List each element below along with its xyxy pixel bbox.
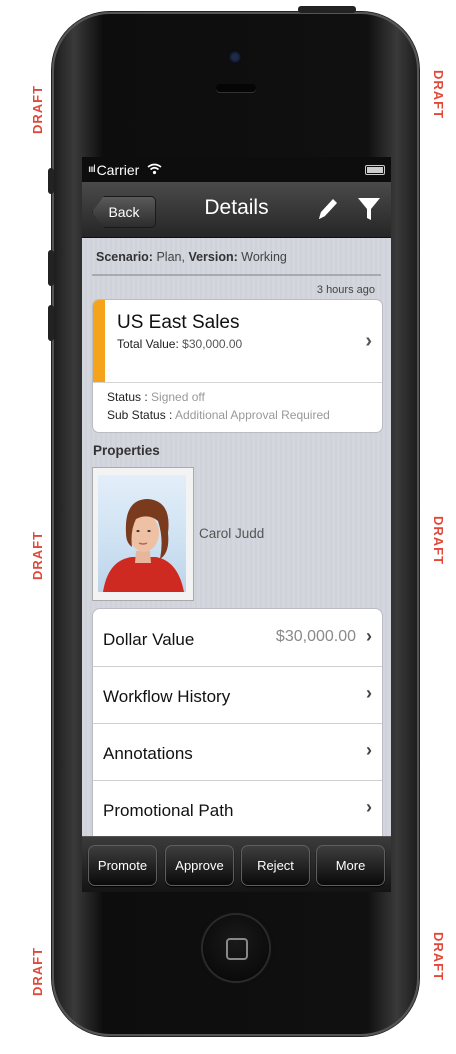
- speaker-grille: [216, 84, 256, 92]
- filter-icon[interactable]: [357, 196, 381, 227]
- approve-button[interactable]: Approve: [165, 845, 234, 886]
- list-item-label: Annotations: [103, 744, 193, 763]
- draft-watermark: DRAFT: [30, 530, 45, 580]
- total-value-amount: $30,000.00: [182, 337, 243, 351]
- battery-icon: [365, 164, 385, 175]
- avatar[interactable]: [92, 467, 194, 601]
- app-screen: ıııl Carrier Back Details Scenario: Plan…: [82, 157, 391, 892]
- page-title: Details: [204, 196, 269, 219]
- summary-card[interactable]: US East Sales Total Value: $30,000.00 › …: [92, 299, 383, 433]
- power-button: [298, 6, 356, 13]
- signal-icon: ıııl: [88, 164, 96, 175]
- list-item-promotional-path[interactable]: Promotional Path ›: [93, 780, 382, 838]
- list-item-label: Promotional Path: [103, 801, 234, 820]
- chevron-right-icon[interactable]: ›: [365, 330, 372, 353]
- volume-down-button: [48, 305, 54, 341]
- draft-watermark: DRAFT: [30, 84, 45, 134]
- draft-watermark: DRAFT: [431, 70, 446, 120]
- carrier-label: Carrier: [96, 161, 140, 178]
- reject-button[interactable]: Reject: [241, 845, 310, 886]
- total-value: Total Value: $30,000.00: [117, 337, 242, 351]
- total-value-label: Total Value:: [117, 337, 179, 351]
- list-item-workflow-history[interactable]: Workflow History ›: [93, 666, 382, 724]
- camera-icon: [228, 50, 242, 64]
- card-title: US East Sales: [117, 312, 240, 333]
- chevron-right-icon: ›: [366, 797, 372, 817]
- action-toolbar: Promote Approve Reject More: [82, 836, 391, 892]
- sub-status-label: Sub Status :: [107, 408, 173, 422]
- mute-switch: [48, 168, 54, 194]
- draft-watermark: DRAFT: [30, 946, 45, 996]
- draft-watermark: DRAFT: [431, 516, 446, 566]
- sub-status-line: Sub Status : Additional Approval Require…: [107, 408, 330, 422]
- more-button[interactable]: More: [316, 845, 385, 886]
- status-value: Signed off: [151, 390, 205, 404]
- chevron-right-icon: ›: [366, 740, 372, 760]
- home-button-icon[interactable]: [203, 915, 269, 981]
- wifi-icon: [147, 162, 162, 178]
- draft-watermark: DRAFT: [431, 932, 446, 982]
- scenario-value: Plan,: [156, 250, 185, 264]
- timestamp: 3 hours ago: [316, 284, 375, 296]
- person-photo: [98, 475, 186, 592]
- list-item-label: Dollar Value: [103, 630, 195, 649]
- list-item-annotations[interactable]: Annotations ›: [93, 723, 382, 781]
- status-label: Status :: [107, 390, 148, 404]
- status-bar: ıııl Carrier: [82, 157, 391, 182]
- person-name: Carol Judd: [199, 526, 265, 541]
- divider: [92, 274, 381, 276]
- scenario-label: Scenario:: [96, 250, 153, 264]
- chevron-right-icon: ›: [366, 683, 372, 703]
- status-line: Status : Signed off: [107, 390, 205, 404]
- volume-up-button: [48, 250, 54, 286]
- list-item-label: Workflow History: [103, 687, 231, 706]
- status-accent-bar: [93, 300, 105, 382]
- properties-heading: Properties: [93, 443, 160, 458]
- sub-status-value: Additional Approval Required: [175, 408, 330, 422]
- promote-button[interactable]: Promote: [88, 845, 157, 886]
- navigation-bar: Back Details: [82, 182, 391, 238]
- scenario-line: Scenario: Plan, Version: Working: [96, 250, 287, 264]
- list-item-value: $30,000.00: [275, 628, 356, 645]
- pencil-icon[interactable]: [316, 196, 340, 229]
- divider: [93, 382, 382, 383]
- list-item-dollar-value[interactable]: Dollar Value $30,000.00 ›: [93, 609, 382, 667]
- version-value: Working: [241, 250, 287, 264]
- chevron-right-icon: ›: [366, 626, 372, 646]
- version-label: Version:: [188, 250, 238, 264]
